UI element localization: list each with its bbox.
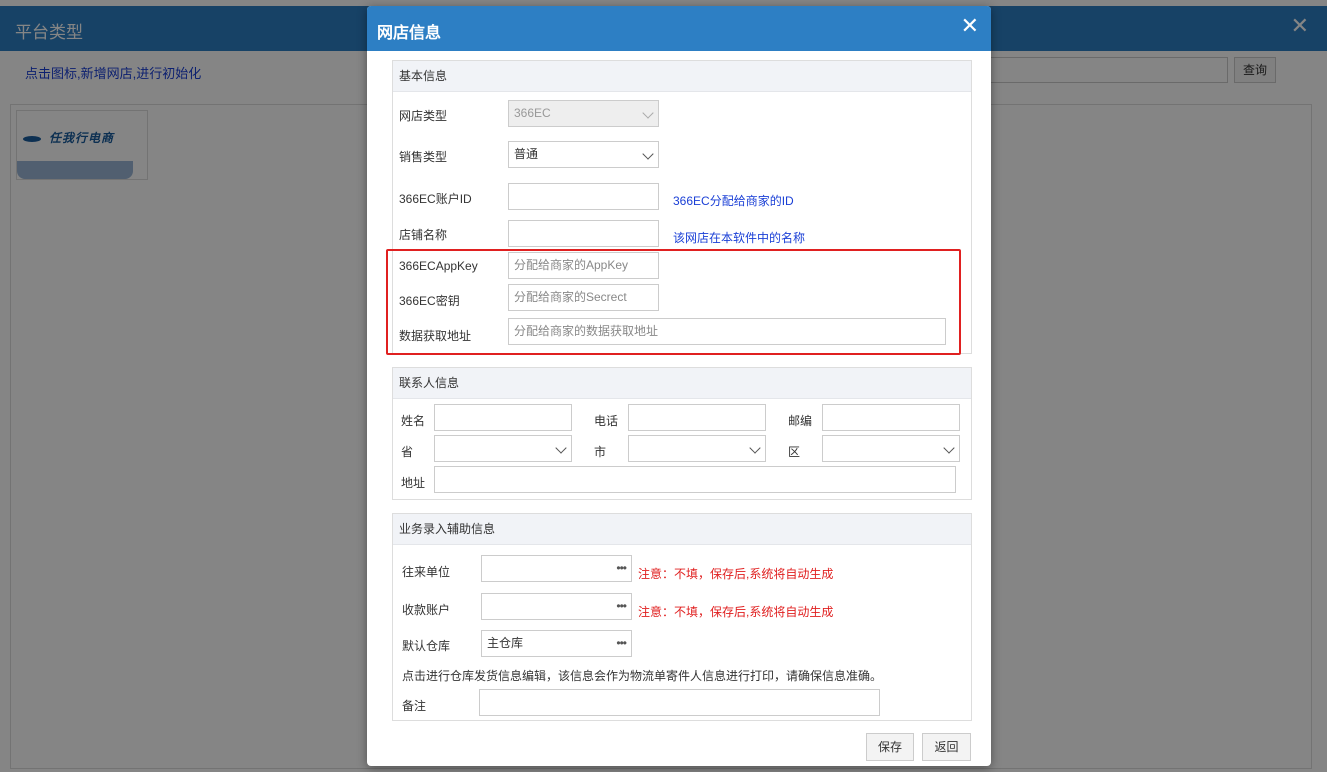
more-icon[interactable]: •••: [616, 556, 627, 581]
zip-label: 邮编: [788, 414, 813, 428]
back-button[interactable]: 返回: [922, 733, 971, 761]
dialog-header: 网店信息 ✕: [367, 6, 991, 51]
account-id-note: 366EC分配给商家的ID: [673, 194, 794, 208]
chevron-down-icon: [749, 442, 761, 454]
highlight-box: [386, 249, 961, 355]
chevron-down-icon: [943, 442, 955, 454]
business-info-header: 业务录入辅助信息: [393, 514, 971, 545]
name-input[interactable]: [434, 404, 572, 431]
zip-input[interactable]: [822, 404, 960, 431]
partner-label: 往来单位: [402, 565, 451, 579]
shop-name-label: 店铺名称: [399, 228, 448, 242]
province-select[interactable]: [434, 435, 572, 462]
partner-note: 注意：不填，保存后,系统将自动生成: [638, 567, 834, 581]
warehouse-edit-link[interactable]: 点击进行仓库发货信息编辑，该信息会作为物流单寄件人信息进行打印，请确保信息准确。: [402, 667, 882, 684]
name-label: 姓名: [401, 414, 426, 428]
close-icon[interactable]: ✕: [961, 14, 979, 39]
remark-input[interactable]: [479, 689, 880, 716]
phone-label: 电话: [594, 414, 619, 428]
district-label: 区: [788, 445, 801, 459]
dialog-title: 网店信息: [377, 25, 442, 42]
save-button[interactable]: 保存: [866, 733, 914, 761]
shop-name-note: 该网店在本软件中的名称: [673, 231, 806, 245]
shop-info-dialog: 网店信息 ✕ 基本信息 网店类型 366EC 销售类型 普通 366EC账户ID…: [367, 6, 991, 766]
shop-name-input[interactable]: [508, 220, 659, 247]
sale-type-select[interactable]: 普通: [508, 141, 659, 168]
warehouse-value: 主仓库: [487, 636, 524, 650]
account-label: 收款账户: [402, 603, 451, 617]
chevron-down-icon: [642, 148, 654, 160]
more-icon[interactable]: •••: [616, 631, 627, 656]
province-label: 省: [401, 445, 414, 459]
phone-input[interactable]: [628, 404, 766, 431]
sale-type-value: 普通: [514, 147, 539, 161]
more-icon[interactable]: •••: [616, 594, 627, 619]
address-input[interactable]: [434, 466, 956, 493]
city-label: 市: [594, 445, 607, 459]
basic-info-header: 基本信息: [393, 61, 971, 92]
chevron-down-icon: [642, 107, 654, 119]
account-note: 注意：不填，保存后,系统将自动生成: [638, 605, 834, 619]
sale-type-label: 销售类型: [399, 150, 448, 164]
chevron-down-icon: [555, 442, 567, 454]
partner-picker[interactable]: •••: [481, 555, 632, 582]
address-label: 地址: [401, 476, 426, 490]
contact-info-header: 联系人信息: [393, 368, 971, 399]
account-picker[interactable]: •••: [481, 593, 632, 620]
warehouse-label: 默认仓库: [402, 639, 451, 653]
remark-label: 备注: [402, 699, 427, 713]
account-id-input[interactable]: [508, 183, 659, 210]
city-select[interactable]: [628, 435, 766, 462]
account-id-label: 366EC账户ID: [399, 192, 472, 206]
district-select[interactable]: [822, 435, 960, 462]
shop-type-label: 网店类型: [399, 109, 448, 123]
warehouse-picker[interactable]: 主仓库 •••: [481, 630, 632, 657]
shop-type-select: 366EC: [508, 100, 659, 127]
shop-type-value: 366EC: [514, 106, 551, 120]
